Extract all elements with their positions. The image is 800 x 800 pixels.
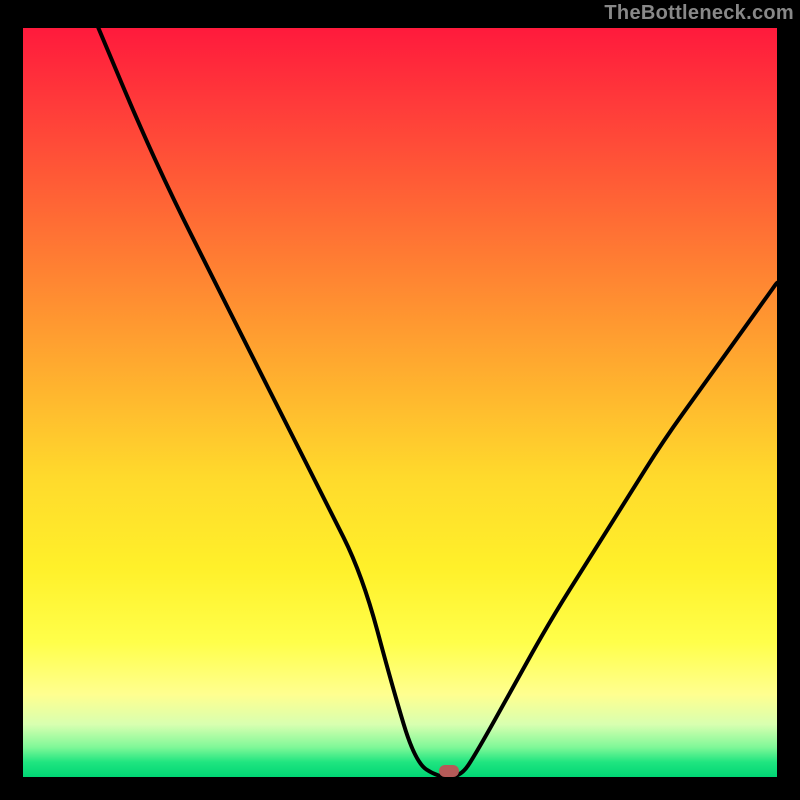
optimum-marker: [439, 765, 459, 777]
curve-svg: [23, 28, 777, 777]
plot-area: [23, 28, 777, 777]
bottleneck-curve: [98, 28, 777, 777]
attribution-text: TheBottleneck.com: [604, 2, 794, 25]
chart-frame: TheBottleneck.com: [0, 0, 800, 800]
